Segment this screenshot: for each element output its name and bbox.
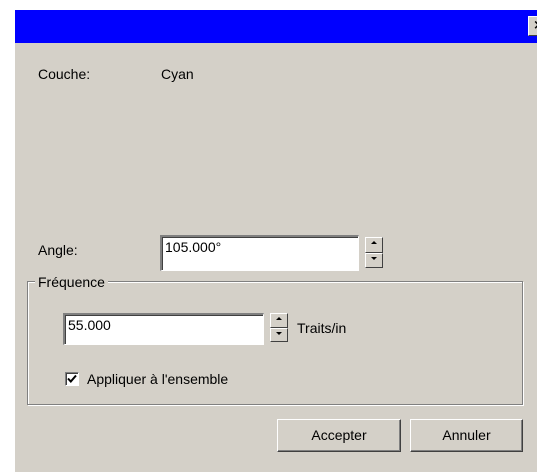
arrow-down-icon	[371, 256, 377, 260]
frequency-unit: Traits/in	[297, 320, 347, 336]
title-bar: ×	[15, 10, 537, 43]
checkmark-icon	[67, 374, 77, 383]
frequency-value: 55.000	[68, 317, 111, 333]
layer-value: Cyan	[161, 66, 194, 82]
close-icon: ×	[533, 18, 537, 33]
frequency-spin-up-button[interactable]	[270, 313, 288, 328]
frequency-input[interactable]: 55.000	[63, 313, 264, 345]
angle-input[interactable]: 105.000°	[160, 235, 359, 271]
frequency-spin-down-button[interactable]	[270, 327, 288, 342]
frequency-group-label: Fréquence	[35, 274, 108, 290]
layer-label: Couche:	[38, 66, 91, 82]
angle-label: Angle:	[38, 242, 78, 258]
angle-spinner[interactable]	[365, 237, 383, 268]
cancel-button[interactable]: Annuler	[410, 419, 523, 452]
arrow-up-icon	[371, 241, 377, 244]
angle-spin-up-button[interactable]	[365, 237, 383, 253]
frequency-spinner[interactable]	[270, 313, 288, 342]
apply-all-label[interactable]: Appliquer à l'ensemble	[87, 371, 228, 387]
angle-value: 105.000°	[165, 239, 222, 255]
arrow-down-icon	[276, 331, 282, 335]
accept-button[interactable]: Accepter	[277, 419, 401, 452]
apply-all-checkbox[interactable]	[65, 372, 79, 386]
arrow-up-icon	[276, 317, 282, 320]
angle-spin-down-button[interactable]	[365, 252, 383, 268]
close-button[interactable]: ×	[528, 16, 537, 36]
